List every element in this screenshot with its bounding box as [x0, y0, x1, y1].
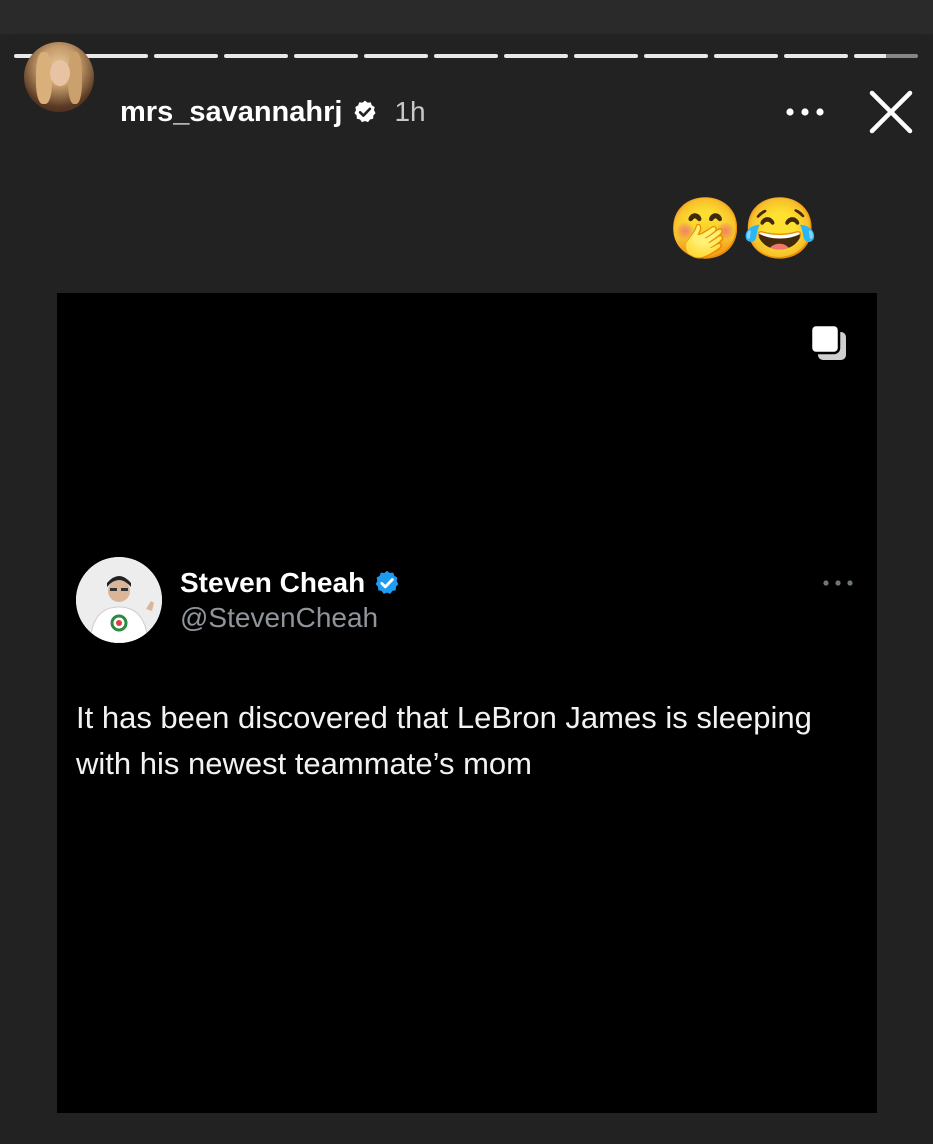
tweet-more-icon	[823, 580, 853, 586]
blue-verified-badge-icon	[375, 570, 399, 594]
story-progress-segment	[574, 54, 638, 58]
tweet-author-avatar[interactable]	[76, 557, 162, 643]
story-username[interactable]: mrs_savannahrj	[120, 94, 342, 130]
story-progress-segment	[154, 54, 218, 58]
story-progress-segment	[714, 54, 778, 58]
story-header: mrs_savannahrj 1h	[120, 94, 426, 130]
story-progress-segment	[294, 54, 358, 58]
reaction-sticker[interactable]: 🤭😂	[668, 196, 817, 262]
story-progress-segment	[784, 54, 848, 58]
avatar-hair-right	[68, 52, 82, 104]
story-time: 1h	[394, 96, 426, 127]
avatar-face	[50, 60, 70, 86]
carousel-multiple-icon	[809, 323, 846, 360]
tweet-display-name[interactable]: Steven Cheah	[180, 567, 365, 599]
story-progress-segment	[644, 54, 708, 58]
close-x-icon[interactable]	[868, 89, 914, 135]
verified-badge-icon	[354, 100, 376, 123]
story-progress-segment	[854, 54, 918, 58]
avatar-hair-left	[36, 52, 52, 104]
tweet-author-row: Steven Cheah	[180, 567, 401, 599]
tweet-text: It has been discovered that LeBron James…	[76, 700, 812, 781]
story-progress-segment	[504, 54, 568, 58]
story-progress-segment	[84, 54, 148, 58]
story-progress-segment	[434, 54, 498, 58]
story-progress-bar	[14, 54, 918, 58]
story-progress-segment	[364, 54, 428, 58]
shared-post[interactable]: Steven Cheah @StevenCheah It has been di…	[57, 293, 877, 1113]
person-avatar-icon	[76, 557, 162, 643]
story-progress-segment	[224, 54, 288, 58]
ellipsis-horizontal-icon[interactable]	[785, 107, 825, 117]
reaction-emojis: 🤭😂	[668, 195, 818, 262]
top-strip	[0, 0, 933, 34]
story-author-avatar[interactable]	[24, 42, 94, 112]
tweet-handle: @StevenCheah	[180, 602, 379, 633]
